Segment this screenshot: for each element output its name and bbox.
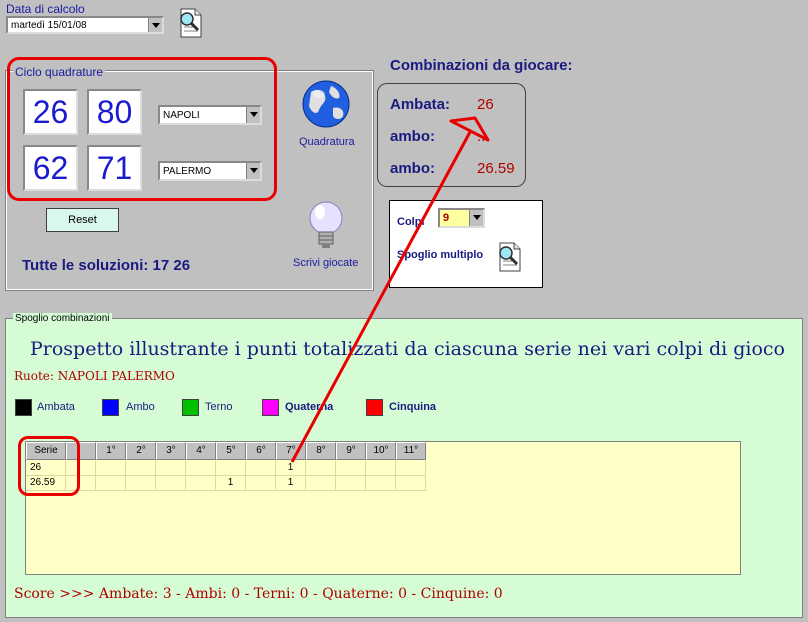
score-text: Score >>> Ambate: 3 - Ambi: 0 - Terni: 0… (14, 586, 503, 602)
red-arrow-annotation (290, 116, 490, 463)
